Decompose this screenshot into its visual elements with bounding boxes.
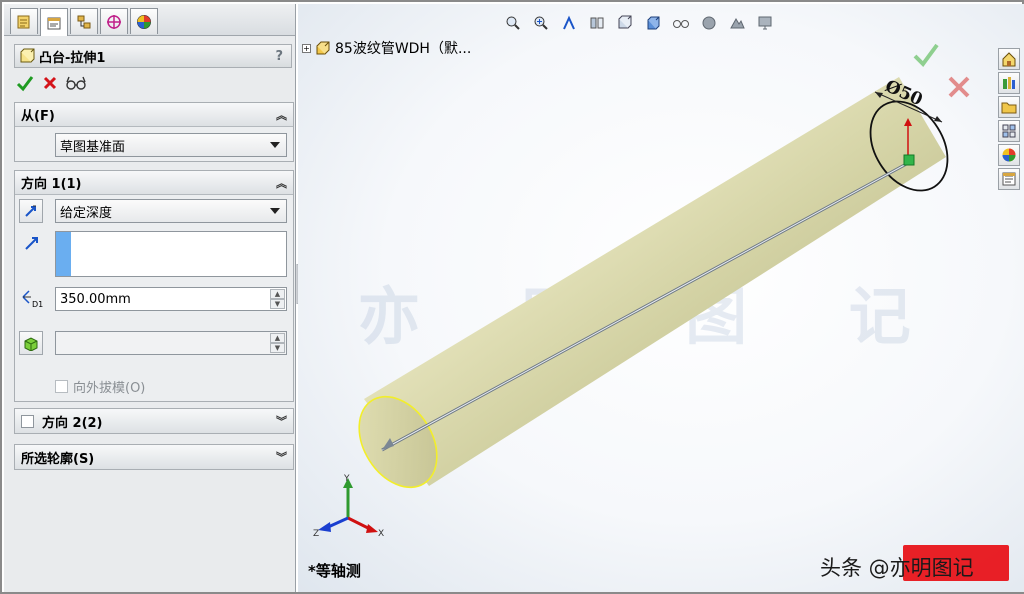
model-view[interactable]: Ø 50 [298, 4, 1024, 592]
pm-action-bar [16, 72, 86, 94]
expand-chevron-icon[interactable]: ︾ [276, 413, 287, 429]
direction1-group-header[interactable]: 方向 1(1) ︽ [15, 171, 293, 195]
origin-point-icon[interactable] [903, 154, 915, 166]
svg-text:D1: D1 [32, 300, 43, 309]
display-manager-icon [137, 14, 151, 29]
preview-glasses-icon[interactable] [66, 75, 86, 91]
end-condition-value: 给定深度 [60, 205, 113, 221]
direction2-group: 方向 2(2) ︾ [14, 408, 294, 434]
task-pane-design-library[interactable] [998, 72, 1020, 94]
cancel-x-icon[interactable] [42, 75, 58, 91]
draft-outward-checkbox[interactable] [55, 380, 68, 393]
draft-icon [24, 337, 38, 351]
list-selection-bar [56, 232, 71, 276]
design-library-icon [1003, 77, 1015, 89]
depth-input[interactable]: 350.00mm ▲ ▼ [55, 287, 287, 311]
feature-title-bar: 凸台-拉伸1 ? [14, 44, 292, 68]
view-palette-icon [1002, 124, 1016, 138]
expand-chevron-icon[interactable]: ︾ [276, 449, 287, 465]
property-manager-panel: 凸台-拉伸1 ? 从(F) ︽ 草图基准面 方向 1(1) ︽ 给定深度 D1 … [4, 4, 296, 592]
cylinder-body[interactable] [364, 77, 946, 486]
from-group-label: 从(F) [21, 109, 55, 124]
selected-contours-group-header[interactable]: 所选轮廓(S) ︾ [15, 445, 293, 469]
task-pane-file-explorer[interactable] [998, 96, 1020, 118]
draft-angle-spinner[interactable]: ▲ ▼ [270, 333, 285, 353]
reference-triad[interactable]: Y X Z [312, 472, 392, 542]
triad-z-label: Z [313, 529, 319, 539]
home-icon [1002, 52, 1016, 67]
boss-extrude-icon [20, 48, 35, 63]
draft-outward-label: 向外拔模(O) [73, 381, 146, 396]
draft-angle-input[interactable]: ▲ ▼ [55, 331, 287, 355]
manager-tab-strip [4, 4, 295, 36]
selected-contours-label: 所选轮廓(S) [21, 451, 95, 467]
task-pane-appearances[interactable] [998, 144, 1020, 166]
direction-vector-icon [25, 237, 38, 250]
selected-contours-group: 所选轮廓(S) ︾ [14, 444, 294, 470]
tab-configuration-manager[interactable] [70, 8, 98, 34]
folder-icon [1001, 102, 1017, 114]
task-pane-view-palette[interactable] [998, 120, 1020, 142]
ok-checkmark-icon[interactable] [16, 74, 34, 92]
direction-reference-list[interactable] [55, 231, 287, 277]
watermark-text: 头条 @亦明图记 [820, 556, 974, 580]
window-frame: 凸台-拉伸1 ? 从(F) ︽ 草图基准面 方向 1(1) ︽ 给定深度 D1 … [0, 0, 1024, 594]
spin-down-icon[interactable]: ▼ [270, 299, 285, 309]
direction2-group-label: 方向 2(2) [42, 415, 103, 431]
depth-dimension-icon: D1 [22, 290, 43, 309]
from-group: 从(F) ︽ 草图基准面 [14, 102, 294, 162]
depth-spinner[interactable]: ▲ ▼ [270, 289, 285, 309]
spin-down-icon[interactable]: ▼ [270, 343, 285, 353]
draft-toggle-button[interactable] [19, 331, 43, 355]
configuration-icon [77, 15, 91, 28]
direction1-group-label: 方向 1(1) [21, 177, 82, 192]
appearances-icon [1002, 148, 1016, 162]
reverse-direction-icon [25, 205, 36, 217]
tab-feature-manager[interactable] [10, 8, 38, 34]
from-group-header[interactable]: 从(F) ︽ [15, 103, 293, 127]
dimxpert-icon [107, 14, 121, 29]
tab-display-manager[interactable] [130, 8, 158, 34]
start-condition-select[interactable]: 草图基准面 [55, 133, 287, 157]
triad-y-label: Y [343, 474, 350, 484]
help-button[interactable]: ? [275, 49, 283, 64]
triad-x-label: X [378, 529, 384, 539]
spin-up-icon[interactable]: ▲ [270, 333, 285, 343]
direction1-group: 方向 1(1) ︽ 给定深度 D1 350.00mm ▲ ▼ ▲ ▼ 向外拔模(… [14, 170, 294, 402]
reverse-direction-button[interactable] [19, 199, 43, 223]
dropdown-arrow-icon [270, 208, 280, 214]
task-pane-custom-properties[interactable] [998, 168, 1020, 190]
dropdown-arrow-icon [270, 142, 280, 148]
spin-up-icon[interactable]: ▲ [270, 289, 285, 299]
direction2-checkbox[interactable] [21, 414, 34, 428]
tab-property-manager[interactable] [40, 8, 68, 36]
draft-outward-option[interactable]: 向外拔模(O) [55, 377, 145, 396]
feature-title: 凸台-拉伸1 [39, 50, 106, 66]
property-manager-icon [47, 17, 61, 29]
start-condition-value: 草图基准面 [60, 139, 126, 155]
feature-tree-icon [17, 15, 30, 28]
task-pane-home[interactable] [998, 48, 1020, 70]
tab-dimxpert-manager[interactable] [100, 8, 128, 34]
task-pane-tabs [998, 48, 1022, 190]
collapse-chevron-icon[interactable]: ︽ [276, 175, 287, 191]
toutiao-watermark: 头条 @亦明图记 [820, 552, 974, 582]
custom-properties-icon [1002, 172, 1016, 186]
end-condition-select[interactable]: 给定深度 [55, 199, 287, 223]
direction2-group-header[interactable]: 方向 2(2) ︾ [15, 409, 293, 433]
depth-value: 350.00mm [60, 291, 131, 307]
graphics-area[interactable]: 亦 明 图 记 + 85波纹管WDH（默... [298, 4, 1024, 592]
collapse-chevron-icon[interactable]: ︽ [276, 107, 287, 123]
current-view-label: *等轴测 [308, 562, 361, 580]
